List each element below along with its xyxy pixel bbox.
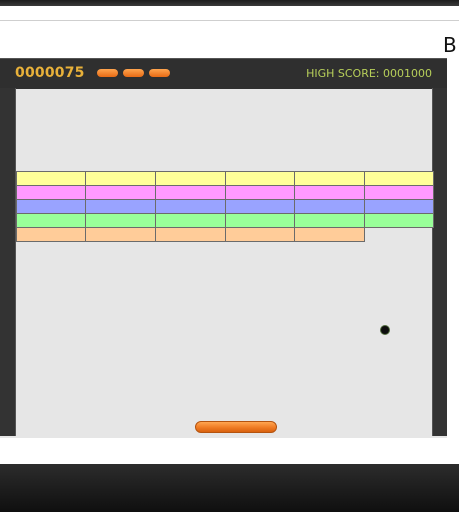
brick bbox=[16, 171, 86, 186]
browser-toolbar bbox=[0, 6, 459, 21]
brick bbox=[155, 213, 226, 228]
high-score-display: HIGH SCORE: 0001000 bbox=[306, 67, 432, 80]
edge-letter: B bbox=[443, 33, 457, 57]
life-icon bbox=[149, 69, 170, 77]
brick bbox=[294, 213, 365, 228]
brick bbox=[155, 171, 226, 186]
brick bbox=[294, 171, 365, 186]
brick bbox=[225, 171, 295, 186]
brick bbox=[16, 227, 86, 242]
right-wall bbox=[432, 88, 447, 436]
brick bbox=[364, 185, 434, 200]
score-display: 0000075 bbox=[15, 65, 85, 81]
brick bbox=[294, 199, 365, 214]
brick bbox=[155, 185, 226, 200]
brick bbox=[85, 199, 156, 214]
bottom-navigation-bar bbox=[0, 464, 459, 512]
brick bbox=[225, 185, 295, 200]
game-canvas[interactable]: 0000075 HIGH SCORE: 0001000 bbox=[0, 58, 447, 438]
brick bbox=[16, 199, 86, 214]
brick bbox=[225, 199, 295, 214]
brick bbox=[155, 227, 226, 242]
ball bbox=[381, 326, 389, 334]
brick bbox=[155, 199, 226, 214]
brick bbox=[16, 213, 86, 228]
brick bbox=[364, 213, 434, 228]
brick bbox=[364, 171, 434, 186]
brick bbox=[85, 213, 156, 228]
life-icon bbox=[97, 69, 118, 77]
brick bbox=[225, 213, 295, 228]
hud-bar: 0000075 HIGH SCORE: 0001000 bbox=[0, 58, 447, 89]
brick bbox=[85, 185, 156, 200]
brick bbox=[294, 227, 365, 242]
life-icon bbox=[123, 69, 144, 77]
brick bbox=[85, 227, 156, 242]
paddle[interactable] bbox=[195, 421, 277, 433]
left-wall bbox=[0, 88, 16, 436]
brick bbox=[294, 185, 365, 200]
brick bbox=[225, 227, 295, 242]
brick bbox=[85, 171, 156, 186]
brick bbox=[16, 185, 86, 200]
brick bbox=[364, 199, 434, 214]
